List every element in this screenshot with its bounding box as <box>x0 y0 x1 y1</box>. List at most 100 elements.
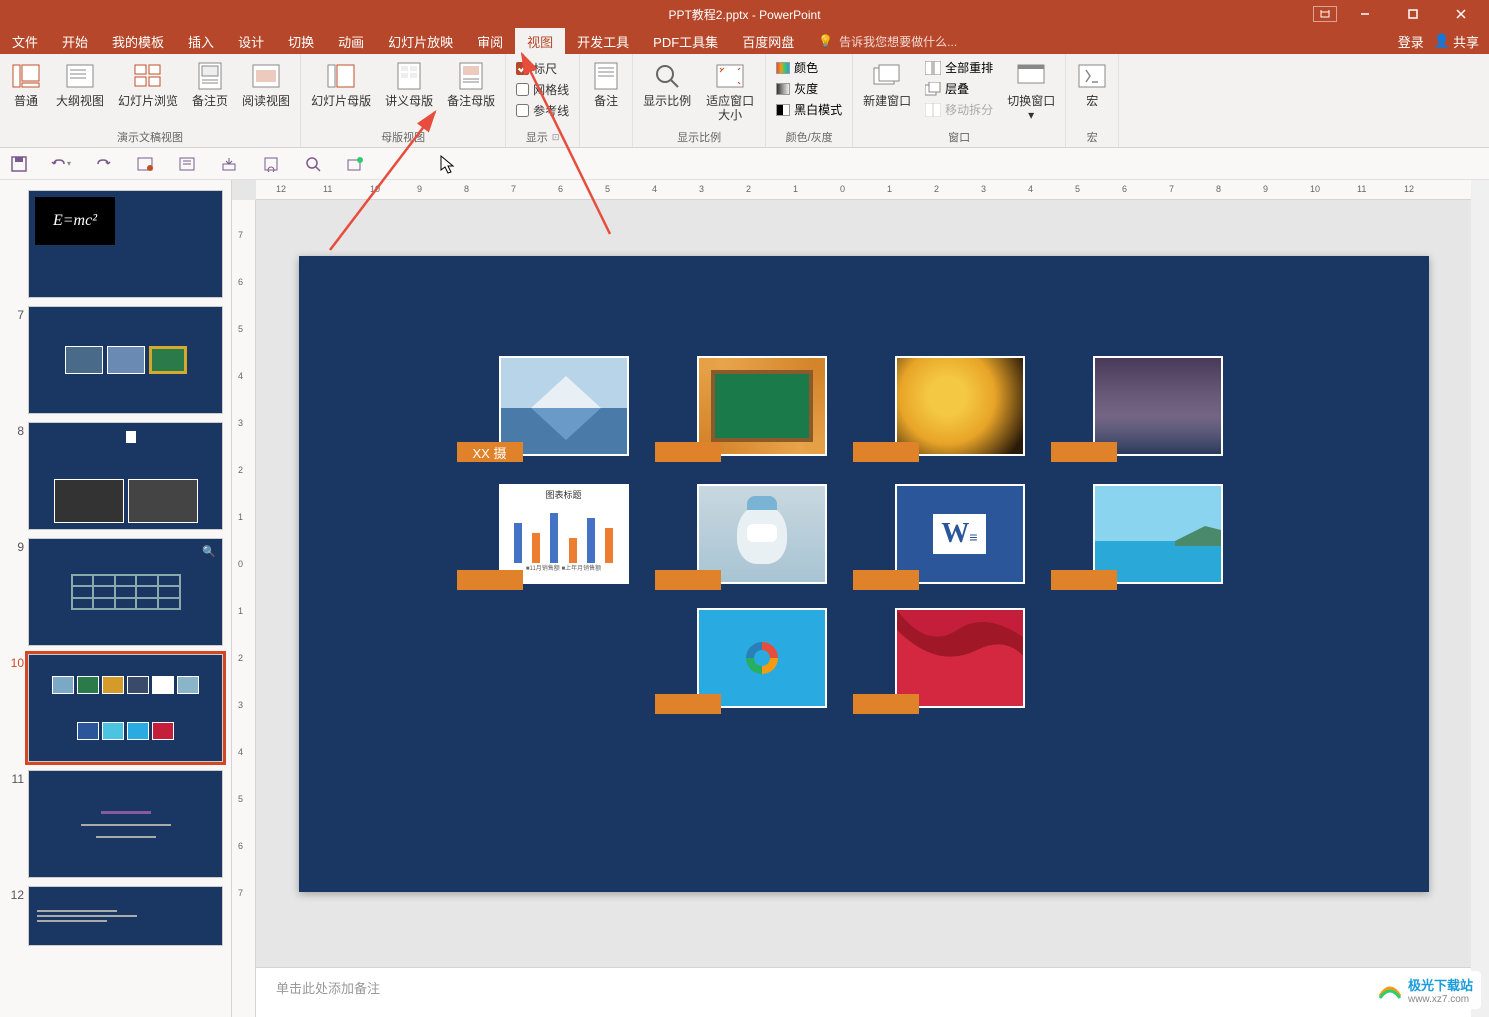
watermark: 极光下载站 www.xz7.com <box>1368 971 1481 1009</box>
guides-checkbox[interactable]: 参考线 <box>516 102 569 119</box>
group-zoom: 显示比例 适应窗口大小 显示比例 <box>633 54 766 147</box>
tab-transitions[interactable]: 切换 <box>276 28 326 54</box>
tab-baidupan[interactable]: 百度网盘 <box>730 28 806 54</box>
tell-me-search[interactable]: 💡 告诉我您想要做什么... <box>818 28 957 54</box>
slide-thumb-12[interactable] <box>28 886 223 946</box>
slide-image-4[interactable]: 图表标题■11月销售额 ■上年月销售额 <box>499 484 629 584</box>
vertical-scrollbar[interactable] <box>1471 180 1489 1017</box>
slide-image-2[interactable] <box>895 356 1025 456</box>
show-expand-icon[interactable]: ⊡ <box>552 132 560 143</box>
login-link[interactable]: 登录 <box>1398 32 1424 51</box>
slide-thumb-8[interactable] <box>28 422 223 530</box>
gridlines-checkbox[interactable]: 网格线 <box>516 81 569 98</box>
redo-button[interactable] <box>92 153 114 175</box>
macros-button[interactable]: 宏 <box>1070 56 1114 112</box>
tab-slideshow[interactable]: 幻灯片放映 <box>376 28 465 54</box>
tab-design[interactable]: 设计 <box>226 28 276 54</box>
group-label-masters: 母版视图 <box>305 127 501 147</box>
window-title: PPT教程2.pptx - PowerPoint <box>668 6 820 23</box>
group-notes: 备注 <box>580 54 633 147</box>
handout-master-button[interactable]: 讲义母版 <box>379 56 439 112</box>
slide-thumb-6[interactable]: E=mc² <box>28 190 223 298</box>
notes-master-button[interactable]: 备注母版 <box>441 56 501 112</box>
slide-thumb-11[interactable] <box>28 770 223 878</box>
slide-editor: 1211109876543210123456789101112 76543210… <box>232 180 1471 1017</box>
group-window: 新建窗口 全部重排 层叠 移动拆分 切换窗口▾ 窗口 <box>853 54 1066 147</box>
slide-image-label-4 <box>457 570 523 590</box>
slide-num-11: 11 <box>8 770 24 878</box>
slide-master-button[interactable]: 幻灯片母版 <box>305 56 377 112</box>
save-button[interactable] <box>8 153 30 175</box>
outline-view-button[interactable]: 大纲视图 <box>50 56 110 112</box>
slide-image-label-3 <box>1051 442 1117 462</box>
cascade-button[interactable]: 层叠 <box>923 79 995 98</box>
ruler-checkbox[interactable]: 标尺 <box>516 60 569 77</box>
notes-input[interactable]: 单击此处添加备注 <box>256 967 1471 1017</box>
fit-window-button[interactable]: 适应窗口大小 <box>699 56 761 127</box>
tab-animations[interactable]: 动画 <box>326 28 376 54</box>
slide-num-10: 10 <box>8 654 24 762</box>
slide-image-3[interactable] <box>1093 356 1223 456</box>
zoom-button[interactable]: 显示比例 <box>637 56 697 112</box>
slide-thumb-10[interactable] <box>28 654 223 762</box>
slide-image-1[interactable] <box>697 356 827 456</box>
tab-review[interactable]: 审阅 <box>465 28 515 54</box>
group-label-window: 窗口 <box>857 127 1061 147</box>
slide-num-8: 8 <box>8 422 24 530</box>
tab-view[interactable]: 视图 <box>515 28 565 54</box>
tab-home[interactable]: 开始 <box>50 28 100 54</box>
notes-button[interactable]: 备注 <box>584 56 628 112</box>
new-window-button[interactable]: 新建窗口 <box>857 56 917 112</box>
slide-thumb-9[interactable]: 🔍 <box>28 538 223 646</box>
ribbon-display-btn[interactable] <box>1313 6 1337 22</box>
blackwhite-button[interactable]: 黑白模式 <box>774 100 844 119</box>
qat-btn-8[interactable] <box>302 153 324 175</box>
lightbulb-icon: 💡 <box>818 34 833 48</box>
tab-file[interactable]: 文件 <box>0 28 50 54</box>
close-button[interactable] <box>1441 0 1481 28</box>
group-label-zoom: 显示比例 <box>637 127 761 147</box>
canvas-area[interactable]: XX 摄图表标题■11月销售额 ■上年月销售额 W≡ <box>232 200 1471 967</box>
slide-image-label-2 <box>853 442 919 462</box>
slide-thumb-7[interactable] <box>28 306 223 414</box>
tab-developer[interactable]: 开发工具 <box>565 28 641 54</box>
slide-thumbnails-panel[interactable]: E=mc² 7 8 9 🔍 <box>0 180 232 1017</box>
maximize-button[interactable] <box>1393 0 1433 28</box>
slide-image-label-6 <box>853 570 919 590</box>
slide-image-7[interactable] <box>1093 484 1223 584</box>
minimize-button[interactable] <box>1345 0 1385 28</box>
slide-image-8[interactable] <box>697 608 827 708</box>
grayscale-button[interactable]: 灰度 <box>774 79 844 98</box>
tab-pdftools[interactable]: PDF工具集 <box>641 28 730 54</box>
magnify-icon: 🔍 <box>202 545 216 558</box>
qat-btn-9[interactable] <box>344 153 366 175</box>
arrange-all-button[interactable]: 全部重排 <box>923 58 995 77</box>
horizontal-ruler[interactable]: 1211109876543210123456789101112 <box>256 180 1471 200</box>
main-area: E=mc² 7 8 9 🔍 <box>0 180 1489 1017</box>
slide-sorter-button[interactable]: 幻灯片浏览 <box>112 56 184 112</box>
switch-windows-button[interactable]: 切换窗口▾ <box>1001 56 1061 127</box>
quick-access-toolbar: ▾ <box>0 148 1489 180</box>
notes-page-button[interactable]: 备注页 <box>186 56 234 112</box>
color-button[interactable]: 颜色 <box>774 58 844 77</box>
slide-num-9: 9 <box>8 538 24 646</box>
qat-btn-5[interactable] <box>176 153 198 175</box>
slide-image-5[interactable] <box>697 484 827 584</box>
qat-btn-6[interactable] <box>218 153 240 175</box>
qat-btn-4[interactable] <box>134 153 156 175</box>
group-master-views: 幻灯片母版 讲义母版 备注母版 母版视图 <box>301 54 506 147</box>
slide-image-0[interactable]: XX 摄 <box>499 356 629 456</box>
slide-image-6[interactable]: W≡ <box>895 484 1025 584</box>
slide-image-9[interactable] <box>895 608 1025 708</box>
qat-btn-7[interactable] <box>260 153 282 175</box>
move-split-button[interactable]: 移动拆分 <box>923 100 995 119</box>
reading-view-button[interactable]: 阅读视图 <box>236 56 296 112</box>
normal-view-button[interactable]: 普通 <box>4 56 48 112</box>
undo-button[interactable]: ▾ <box>50 153 72 175</box>
tab-mytemplates[interactable]: 我的模板 <box>100 28 176 54</box>
titlebar: PPT教程2.pptx - PowerPoint <box>0 0 1489 28</box>
slide-canvas[interactable]: XX 摄图表标题■11月销售额 ■上年月销售额 W≡ <box>299 256 1429 892</box>
tab-insert[interactable]: 插入 <box>176 28 226 54</box>
tell-me-label: 告诉我您想要做什么... <box>839 33 957 50</box>
share-button[interactable]: 👤共享 <box>1434 32 1479 51</box>
